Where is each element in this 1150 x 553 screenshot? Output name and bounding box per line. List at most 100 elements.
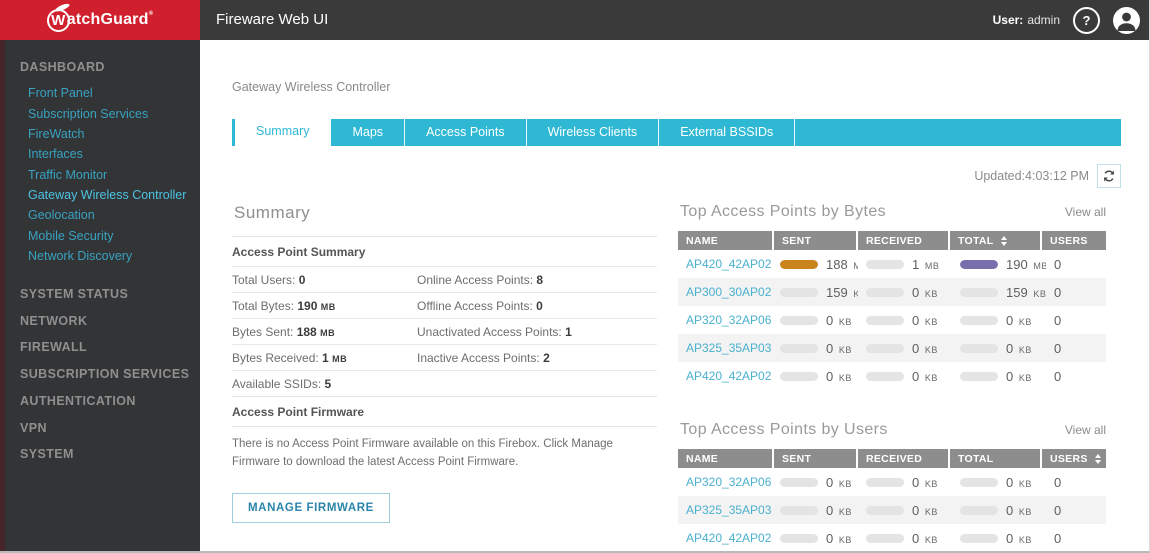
summary-field-label: Total Users: bbox=[232, 273, 299, 287]
sidebar-item-gateway-wireless-controller[interactable]: Gateway Wireless Controller bbox=[0, 185, 200, 205]
bar-value: 0 KB bbox=[912, 474, 938, 490]
sidebar-section-network[interactable]: NETWORK bbox=[0, 307, 200, 334]
sidebar-section-vpn[interactable]: VPN bbox=[0, 414, 200, 441]
sidebar: DASHBOARD Front Panel Subscription Servic… bbox=[0, 40, 200, 551]
sidebar-item-geolocation[interactable]: Geolocation bbox=[0, 205, 200, 225]
summary-field-label: Online Access Points: bbox=[417, 273, 537, 287]
bar-track bbox=[866, 371, 904, 381]
cell-name: AP300_30AP0279 bbox=[678, 285, 772, 299]
tab-access-points[interactable]: Access Points bbox=[405, 119, 527, 146]
access-point-link[interactable]: AP320_32AP06B0 bbox=[686, 475, 772, 489]
bar-track bbox=[960, 505, 998, 515]
summary-field-label: Available SSIDs: bbox=[232, 377, 325, 391]
sidebar-item-mobile-security[interactable]: Mobile Security bbox=[0, 226, 200, 246]
users-value: 0 bbox=[1054, 530, 1062, 546]
summary-field-unit: MB bbox=[320, 302, 336, 312]
access-point-link[interactable]: AP320_32AP06B0 bbox=[686, 313, 772, 327]
access-point-link[interactable]: AP325_35AP03B1 bbox=[686, 341, 772, 355]
header-right: User: admin ? bbox=[993, 0, 1140, 40]
tab-external-bssids[interactable]: External BSSIDs bbox=[659, 119, 796, 146]
cell-users: 0 bbox=[1046, 341, 1106, 356]
registered-mark: ® bbox=[148, 11, 154, 17]
cell-total: 0 KB bbox=[952, 503, 1046, 518]
bar-track bbox=[780, 343, 818, 353]
tab-wireless-clients[interactable]: Wireless Clients bbox=[527, 119, 660, 146]
user-name: admin bbox=[1027, 13, 1060, 27]
access-point-link[interactable]: AP420_42AP02CA bbox=[686, 369, 772, 383]
sidebar-section-subscription-services[interactable]: SUBSCRIPTION SERVICES bbox=[0, 361, 200, 388]
cell-total: 0 KB bbox=[952, 475, 1046, 490]
bar-value: 0 KB bbox=[1006, 340, 1032, 356]
summary-field-label: Total Bytes: bbox=[232, 299, 298, 313]
user-avatar-icon[interactable] bbox=[1113, 6, 1140, 34]
column-header-total[interactable]: TOTAL bbox=[948, 231, 1040, 250]
firmware-status-text: There is no Access Point Firmware availa… bbox=[232, 426, 657, 482]
sort-up-arrow bbox=[1094, 453, 1101, 458]
column-header-name[interactable]: NAME bbox=[678, 231, 772, 250]
cell-sent: 159 KB bbox=[772, 285, 858, 300]
app-window: W atchGuard® Fireware Web UI User: admin… bbox=[0, 0, 1150, 553]
column-header-sent[interactable]: SENT bbox=[772, 231, 856, 250]
sidebar-section-authentication[interactable]: AUTHENTICATION bbox=[0, 388, 200, 415]
column-header-total[interactable]: TOTAL bbox=[948, 449, 1040, 468]
column-header-name[interactable]: NAME bbox=[678, 449, 772, 468]
bar-value: 0 KB bbox=[912, 368, 938, 384]
access-point-link[interactable]: AP300_30AP0279 bbox=[686, 285, 772, 299]
access-point-summary-heading: Access Point Summary bbox=[232, 236, 657, 266]
help-icon[interactable]: ? bbox=[1073, 6, 1100, 34]
view-all-link[interactable]: View all bbox=[1065, 423, 1106, 437]
sidebar-item-traffic-monitor[interactable]: Traffic Monitor bbox=[0, 165, 200, 185]
sidebar-section-system[interactable]: SYSTEM bbox=[0, 441, 200, 468]
summary-row: Total Bytes: 190 MB Offline Access Points… bbox=[232, 292, 657, 318]
summary-field-value: 0 bbox=[536, 299, 543, 313]
summary-field-label: Offline Access Points: bbox=[417, 299, 537, 313]
sidebar-item-subscription-services[interactable]: Subscription Services bbox=[0, 103, 200, 123]
cell-total: 0 KB bbox=[952, 313, 1046, 328]
sidebar-section-dashboard[interactable]: DASHBOARD bbox=[20, 60, 200, 74]
sidebar-item-firewatch[interactable]: FireWatch bbox=[0, 124, 200, 144]
sidebar-section-firewall[interactable]: FIREWALL bbox=[0, 334, 200, 361]
bar-track bbox=[866, 315, 904, 325]
column-header-received[interactable]: RECEIVED bbox=[856, 449, 948, 468]
cell-received: 0 KB bbox=[858, 285, 952, 300]
cell-received: 0 KB bbox=[858, 341, 952, 356]
bar-track bbox=[780, 315, 818, 325]
sidebar-item-front-panel[interactable]: Front Panel bbox=[0, 83, 200, 103]
access-point-link[interactable]: AP420_42AP02CA bbox=[686, 531, 772, 545]
manage-firmware-button[interactable]: MANAGE FIRMWARE bbox=[232, 492, 390, 523]
tab-maps[interactable]: Maps bbox=[331, 119, 406, 146]
refresh-button[interactable] bbox=[1097, 164, 1121, 188]
column-header-received[interactable]: RECEIVED bbox=[856, 231, 948, 250]
bar-unit: KB bbox=[924, 288, 938, 299]
sort-icon bbox=[1094, 453, 1101, 464]
access-point-link[interactable]: AP325_35AP03B1 bbox=[686, 503, 772, 517]
table-body: AP420_42AP02CF188 MB1 MB190 MB0AP300_30A… bbox=[678, 250, 1106, 390]
column-header-sent[interactable]: SENT bbox=[772, 449, 856, 468]
bar-unit: KB bbox=[838, 344, 852, 355]
bar-unit: KB bbox=[1018, 316, 1032, 327]
bar-track bbox=[960, 315, 998, 325]
sidebar-item-network-discovery[interactable]: Network Discovery bbox=[0, 246, 200, 266]
summary-field-value: 2 bbox=[543, 351, 550, 365]
sidebar-item-interfaces[interactable]: Interfaces bbox=[0, 144, 200, 164]
cell-users: 0 bbox=[1046, 503, 1106, 518]
cell-received: 0 KB bbox=[858, 531, 952, 546]
summary-field-bytes-sent: Bytes Sent: 188 MB bbox=[232, 325, 417, 339]
column-header-users[interactable]: USERS bbox=[1040, 231, 1098, 250]
summary-field-offline-access-points: Offline Access Points: 0 bbox=[417, 299, 657, 313]
users-value: 0 bbox=[1054, 502, 1062, 518]
bar-value: 0 KB bbox=[826, 502, 852, 518]
top-access-points-by-bytes-table: Top Access Points by Bytes View all NAME SE… bbox=[678, 203, 1106, 390]
view-all-link[interactable]: View all bbox=[1065, 205, 1106, 219]
cell-sent: 0 KB bbox=[772, 475, 858, 490]
summary-field-value: 1 MB bbox=[322, 351, 348, 365]
summary-field-label: Bytes Received: bbox=[232, 351, 323, 365]
column-header-users[interactable]: USERS bbox=[1040, 449, 1101, 468]
bar-unit: KB bbox=[924, 344, 938, 355]
bar-value: 1 MB bbox=[912, 256, 940, 272]
bar-unit: KB bbox=[1033, 288, 1046, 299]
tab-summary[interactable]: Summary bbox=[235, 117, 332, 146]
sidebar-section-system-status[interactable]: SYSTEM STATUS bbox=[0, 280, 200, 307]
summary-field-value: 190 MB bbox=[297, 299, 336, 313]
access-point-link[interactable]: AP420_42AP02CF bbox=[686, 257, 772, 271]
